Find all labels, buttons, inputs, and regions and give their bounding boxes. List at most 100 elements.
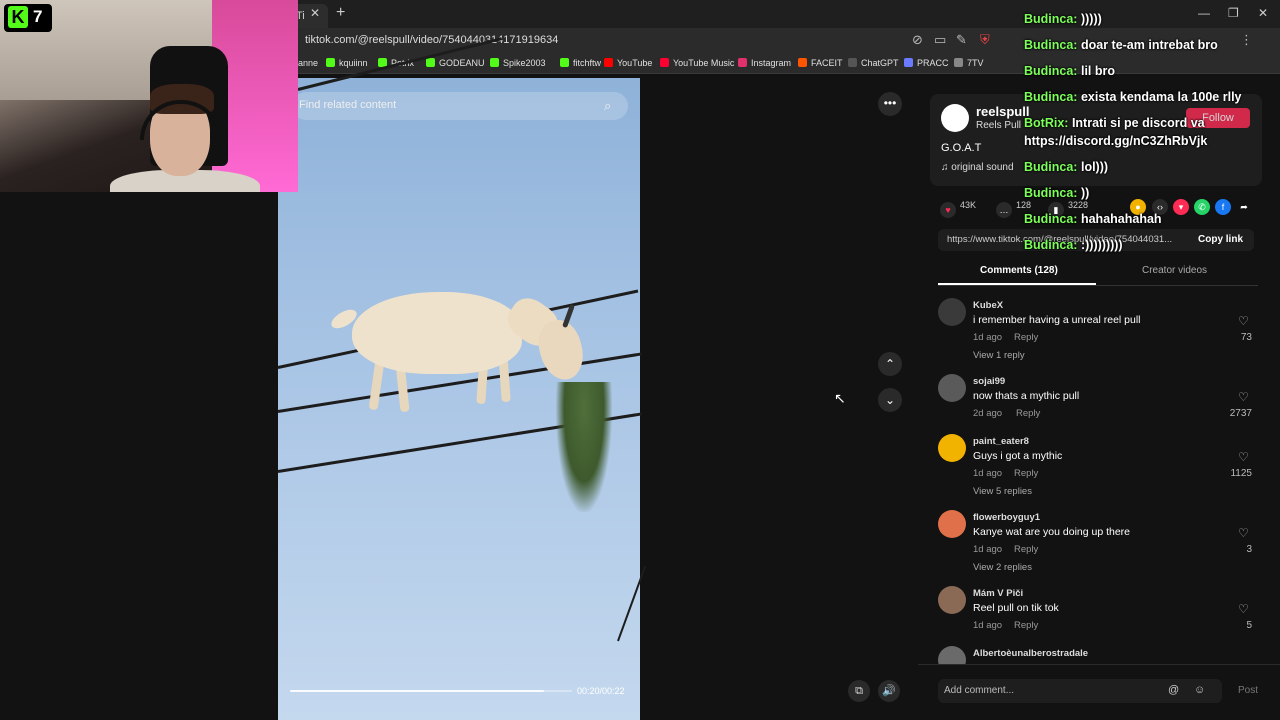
comment-reply-button[interactable]: Reply <box>1014 468 1038 479</box>
video-progress-track[interactable] <box>542 690 572 692</box>
bookmark-label: anne <box>298 58 319 68</box>
comment-username[interactable]: flowerboyguy1 <box>973 512 1040 523</box>
no-tracking-icon[interactable]: ⊘ <box>912 32 923 48</box>
bookmark-item[interactable]: ChatGPT <box>848 58 899 68</box>
previous-video-button[interactable]: ⌃ <box>878 352 902 376</box>
maximize-icon[interactable]: ❐ <box>1228 6 1239 20</box>
bookmark-item[interactable]: FACEIT <box>798 58 843 68</box>
view-replies-button[interactable]: View 2 replies <box>973 562 1032 573</box>
close-tab-icon[interactable]: ✕ <box>310 6 320 20</box>
bookmark-item[interactable]: fitchftw <box>560 58 601 68</box>
comment-age: 1d ago <box>973 468 1003 479</box>
comment-count: 128 <box>1016 200 1032 210</box>
comment-username[interactable]: sojai99 <box>973 376 1005 387</box>
chat-message: Budinca: lil bro <box>1024 64 1115 78</box>
like-count: 43K <box>960 200 977 210</box>
chat-username: Budinca: <box>1024 160 1078 174</box>
viewer-count: 7 <box>33 7 43 26</box>
extensions-icon[interactable]: ⋮ <box>1240 32 1253 48</box>
view-replies-button[interactable]: View 5 replies <box>973 486 1032 497</box>
save-count: 3228 <box>1068 200 1089 210</box>
commenter-avatar[interactable] <box>938 298 966 326</box>
shield-icon[interactable]: ⛨ <box>980 32 990 48</box>
copy-link-button[interactable]: Copy link <box>1198 234 1243 245</box>
whatsapp-icon[interactable]: ✆ <box>1194 199 1210 215</box>
chat-message: Budinca: doar te-am intrebat bro <box>1024 38 1218 52</box>
tab-comments[interactable]: Comments (128) <box>980 265 1058 276</box>
comment-like-icon[interactable]: ♡ <box>1238 602 1249 616</box>
post-comment-button[interactable]: Post <box>1238 685 1258 696</box>
comment-like-icon[interactable]: ♡ <box>1238 450 1249 464</box>
tab-creator-videos[interactable]: Creator videos <box>1142 265 1207 276</box>
bookmark-favicon-icon <box>604 58 613 67</box>
emoji-icon[interactable]: ☺ <box>1194 684 1205 696</box>
search-icon[interactable]: ⌕ <box>604 98 611 114</box>
goat-body <box>352 292 522 374</box>
sound-name: original sound <box>951 162 1014 173</box>
add-comment-placeholder: Add comment... <box>944 685 1015 696</box>
bookmark-favicon-icon <box>904 58 913 67</box>
sound-label[interactable]: ♫ original sound <box>941 162 1014 173</box>
search-placeholder: Find related content <box>299 99 397 111</box>
view-replies-button[interactable]: View 1 reply <box>973 350 1025 361</box>
comment-like-icon[interactable]: ♡ <box>1238 314 1249 328</box>
new-tab-icon[interactable]: + <box>336 4 345 22</box>
bookmark-favicon-icon <box>326 58 335 67</box>
close-window-icon[interactable]: ✕ <box>1258 6 1268 20</box>
commenter-avatar[interactable] <box>938 586 966 614</box>
commenter-avatar[interactable] <box>938 374 966 402</box>
url-field[interactable]: tiktok.com/@reelspull/video/754044031417… <box>305 34 558 46</box>
find-related-search[interactable]: Find related content <box>292 92 628 120</box>
comment-like-count: 1125 <box>1230 468 1252 479</box>
chat-text: https://discord.gg/nC3ZhRbVjk <box>1024 134 1208 148</box>
comment-reply-button[interactable]: Reply <box>1014 620 1038 631</box>
comment-text: Guys i got a mythic <box>973 450 1063 462</box>
facebook-icon[interactable]: f <box>1215 199 1231 215</box>
chat-username: BotRix: <box>1024 116 1069 130</box>
bookmark-item[interactable]: PRACC <box>904 58 949 68</box>
edit-icon[interactable]: ✎ <box>956 32 967 48</box>
bookmark-item[interactable]: 7TV <box>954 58 984 68</box>
comment-reply-button[interactable]: Reply <box>1014 544 1038 555</box>
comment-reply-button[interactable]: Reply <box>1016 408 1040 419</box>
next-video-button[interactable]: ⌄ <box>878 388 902 412</box>
send-icon[interactable]: ▾ <box>1173 199 1189 215</box>
like-stat[interactable]: ♥ 43K <box>940 200 976 218</box>
creator-display-name: Reels Pull <box>976 120 1022 131</box>
bookmark-item[interactable]: kquiinn <box>326 58 368 68</box>
more-options-icon[interactable]: ••• <box>878 92 902 116</box>
mention-icon[interactable]: @ <box>1168 684 1179 696</box>
comment-username[interactable]: Mám V Piči <box>973 588 1023 599</box>
minimize-icon[interactable]: — <box>1198 6 1210 20</box>
screen-icon[interactable]: ▭ <box>934 32 946 48</box>
comment-username[interactable]: KubeX <box>973 300 1003 311</box>
share-arrow-icon[interactable]: ➦ <box>1236 199 1252 215</box>
chat-username: Budinca: <box>1024 238 1078 252</box>
bookmark-item[interactable]: anne <box>298 58 318 68</box>
pip-icon[interactable]: ⧉ <box>848 680 870 702</box>
bookmark-item[interactable]: YouTube <box>604 58 652 68</box>
commenter-avatar[interactable] <box>938 434 966 462</box>
mouse-cursor-icon: ↖ <box>834 390 846 406</box>
comment-like-count: 3 <box>1246 544 1252 555</box>
bookmark-item[interactable]: Instagram <box>738 58 791 68</box>
comment-reply-button[interactable]: Reply <box>1014 332 1038 343</box>
chat-username: Budinca: <box>1024 38 1078 52</box>
commenter-avatar[interactable] <box>938 510 966 538</box>
comment-username[interactable]: paint_eater8 <box>973 436 1029 447</box>
chat-username: Budinca: <box>1024 90 1078 104</box>
bookmark-label: kquiinn <box>339 58 368 68</box>
bookmark-item[interactable]: Spike2003 <box>490 58 546 68</box>
bookmark-item[interactable]: YouTube Music <box>660 58 734 68</box>
video-progress-fill[interactable] <box>290 690 544 692</box>
comment-like-icon[interactable]: ♡ <box>1238 526 1249 540</box>
comment-username[interactable]: Albertoèunalberostradale <box>973 648 1088 659</box>
creator-username[interactable]: reelspull <box>976 104 1029 119</box>
bookmark-item[interactable]: GODEANU <box>426 58 485 68</box>
creator-avatar[interactable] <box>941 104 969 132</box>
volume-icon[interactable]: 🔊 <box>878 680 900 702</box>
comment-like-icon[interactable]: ♡ <box>1238 390 1249 404</box>
add-comment-input[interactable]: Add comment... <box>938 679 1222 703</box>
comment-age: 1d ago <box>973 332 1003 343</box>
chat-message: BotRix: Intrati si pe discord va <box>1024 116 1205 130</box>
